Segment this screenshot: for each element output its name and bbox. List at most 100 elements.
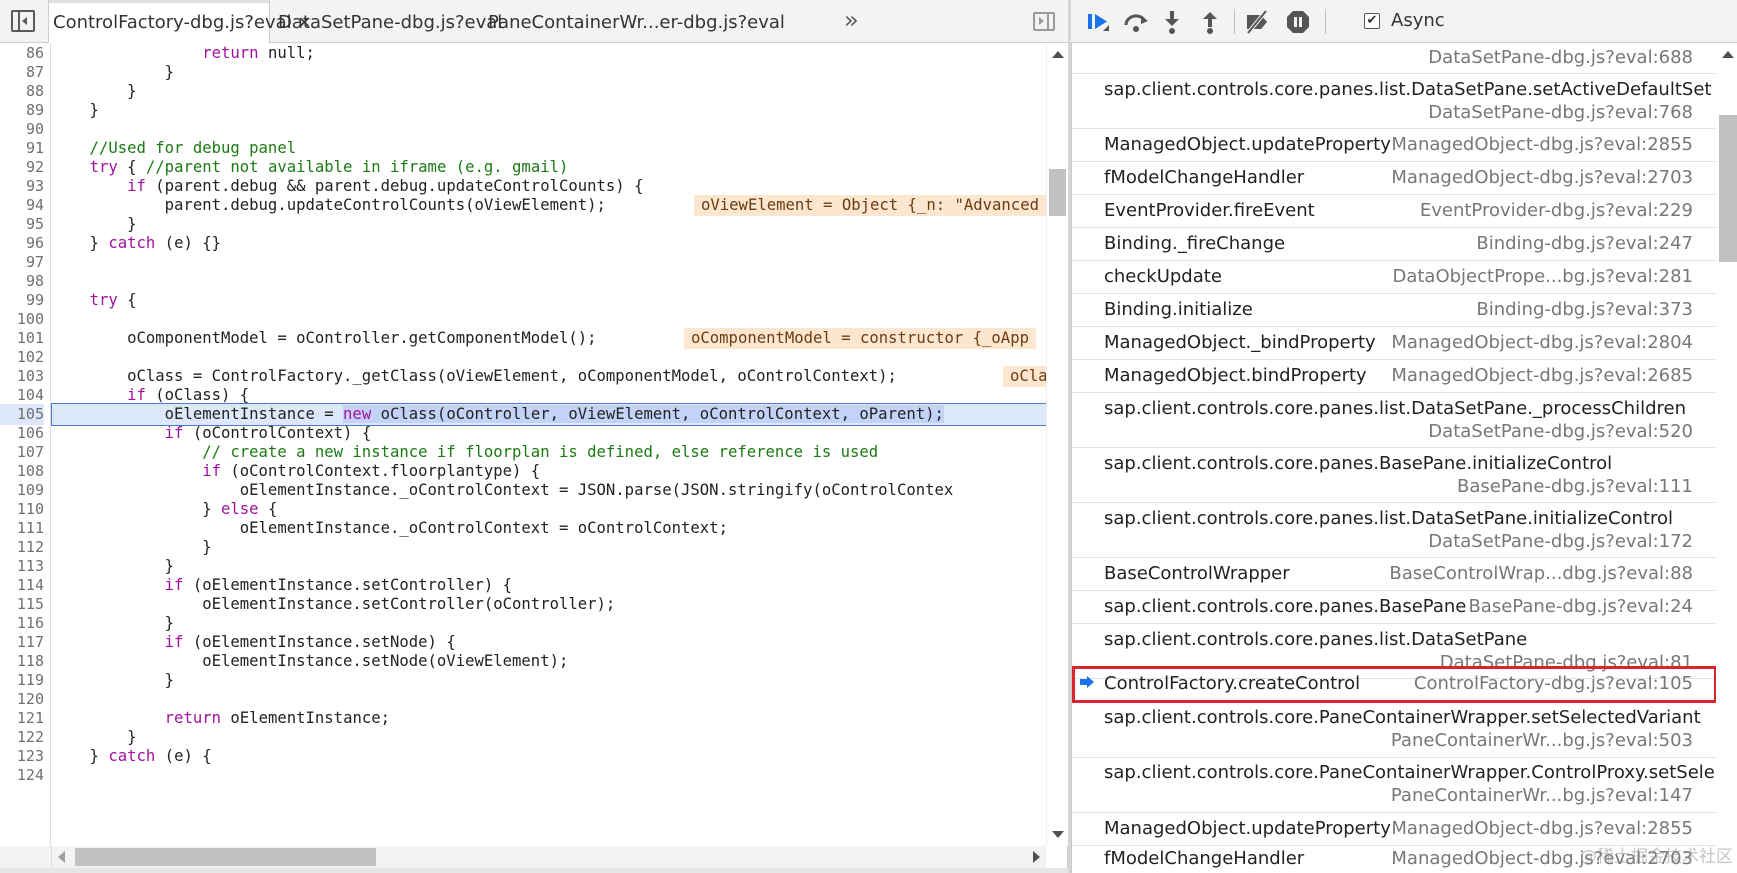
line-number[interactable]: 124 <box>0 765 44 786</box>
call-frame[interactable]: sap.client.controls.core.panes.BasePane.… <box>1072 448 1716 503</box>
call-frame[interactable]: BaseControlWrapper BaseControlWrap...dbg… <box>1072 558 1716 591</box>
line-number[interactable]: 115 <box>0 594 44 615</box>
frame-location: ManagedObject-dbg.js?eval:2855 <box>1391 818 1693 839</box>
call-frame[interactable]: ManagedObject._bindProperty ManagedObjec… <box>1072 327 1716 360</box>
scroll-thumb[interactable] <box>75 848 376 866</box>
line-number[interactable]: 110 <box>0 499 44 520</box>
async-checkbox[interactable]: ✔ <box>1364 13 1380 29</box>
current-call-frame[interactable]: ControlFactory.createControl ControlFact… <box>1072 666 1716 703</box>
line-number[interactable]: 109 <box>0 480 44 501</box>
frame-function: Binding.initialize <box>1104 299 1253 320</box>
line-number[interactable]: 88 <box>0 81 44 102</box>
line-number[interactable]: 105 <box>0 404 44 425</box>
inline-value[interactable]: oViewElement = Object {_n: "Advanced <box>694 195 1046 216</box>
call-frame[interactable]: ManagedObject.updateProperty ManagedObje… <box>1072 129 1716 162</box>
editor-vertical-scrollbar[interactable] <box>1046 43 1068 846</box>
line-number[interactable]: 118 <box>0 651 44 672</box>
line-number[interactable]: 93 <box>0 176 44 197</box>
call-frame[interactable]: sap.client.controls.core.PaneContainerWr… <box>1072 703 1716 758</box>
line-number[interactable]: 100 <box>0 309 44 330</box>
frame-function: BaseControlWrapper <box>1104 563 1290 584</box>
line-number[interactable]: 116 <box>0 613 44 634</box>
line-number[interactable]: 103 <box>0 366 44 387</box>
resume-icon[interactable] <box>1085 9 1111 35</box>
line-number[interactable]: 97 <box>0 252 44 273</box>
call-frame[interactable]: sap.client.controls.core.panes.list.Data… <box>1072 393 1716 448</box>
line-number[interactable]: 123 <box>0 746 44 767</box>
call-frame[interactable]: EventProvider.fireEvent EventProvider-db… <box>1072 195 1716 228</box>
call-frame[interactable]: sap.client.controls.core.PaneContainerWr… <box>1072 758 1716 813</box>
line-number[interactable]: 91 <box>0 138 44 159</box>
line-number[interactable]: 106 <box>0 423 44 444</box>
code-lines[interactable]: return null; } } } //Used for debug pane… <box>51 43 1046 846</box>
line-number[interactable]: 111 <box>0 518 44 539</box>
line-number-gutter[interactable]: 86 87 88 89 90 91 92 93 94 95 96 97 98 99 100 101 102 103… <box>0 43 51 846</box>
scroll-thumb[interactable] <box>1049 169 1066 216</box>
call-frame[interactable]: ManagedObject.bindProperty ManagedObject… <box>1072 360 1716 393</box>
line-number[interactable]: 98 <box>0 271 44 292</box>
call-frame[interactable]: Binding.initialize Binding-dbg.js?eval:3… <box>1072 294 1716 327</box>
frame-location: DataSetPane-dbg.js?eval:172 <box>1428 531 1693 552</box>
line-number[interactable]: 117 <box>0 632 44 653</box>
call-frame[interactable]: Binding._fireChange Binding-dbg.js?eval:… <box>1072 228 1716 261</box>
line-number[interactable]: 114 <box>0 575 44 596</box>
toolbar-separator <box>1234 9 1235 34</box>
code-line: } <box>52 82 137 100</box>
step-out-icon[interactable] <box>1197 9 1223 35</box>
step-into-icon[interactable] <box>1159 9 1185 35</box>
scroll-up-icon[interactable] <box>1052 51 1064 58</box>
line-number[interactable]: 104 <box>0 385 44 406</box>
call-frame[interactable]: fModelChangeHandler ManagedObject-dbg.js… <box>1072 162 1716 195</box>
toggle-debugger-icon[interactable] <box>1033 12 1055 31</box>
code-line: } <box>52 728 137 746</box>
inline-value[interactable]: oCla <box>1003 366 1046 387</box>
editor-horizontal-scrollbar[interactable] <box>52 846 1046 868</box>
frame-function: EventProvider.fireEvent <box>1104 200 1315 221</box>
inline-value[interactable]: oComponentModel = constructor {_oApp <box>684 328 1036 349</box>
step-over-icon[interactable] <box>1123 9 1149 35</box>
line-number[interactable]: 87 <box>0 62 44 83</box>
line-number[interactable]: 94 <box>0 195 44 216</box>
code-line: } <box>52 614 175 632</box>
line-number[interactable]: 89 <box>0 100 44 121</box>
scroll-up-icon[interactable] <box>1722 51 1734 58</box>
line-number[interactable]: 102 <box>0 347 44 368</box>
line-number[interactable]: 95 <box>0 214 44 235</box>
line-number[interactable]: 99 <box>0 290 44 311</box>
call-stack-scrollbar[interactable] <box>1716 43 1737 873</box>
call-frame[interactable]: DataSetPane-dbg.js?eval:688 <box>1072 43 1716 74</box>
line-number[interactable]: 120 <box>0 689 44 710</box>
call-frame[interactable]: sap.client.controls.core.panes.BasePane … <box>1072 591 1716 624</box>
call-frame[interactable]: sap.client.controls.core.panes.list.Data… <box>1072 74 1716 129</box>
line-number[interactable]: 119 <box>0 670 44 691</box>
scroll-thumb[interactable] <box>1719 115 1737 262</box>
code-line: oElementInstance.setController(oControll… <box>52 595 616 613</box>
line-number[interactable]: 107 <box>0 442 44 463</box>
line-number[interactable]: 108 <box>0 461 44 482</box>
call-frame[interactable]: checkUpdate DataObjectPrope...bg.js?eval… <box>1072 261 1716 294</box>
scroll-left-icon[interactable] <box>58 851 65 863</box>
line-number[interactable]: 122 <box>0 727 44 748</box>
tab-controlfactory[interactable]: ControlFactory-dbg.js?eval ✕ <box>49 0 311 44</box>
code-line: return null; <box>202 44 315 62</box>
call-frame[interactable]: sap.client.controls.core.panes.list.Data… <box>1072 503 1716 558</box>
frame-location: Binding-dbg.js?eval:373 <box>1476 299 1693 320</box>
debugger-toolbar: ✔ Async <box>1071 0 1737 43</box>
scroll-down-icon[interactable] <box>1052 831 1064 838</box>
line-number[interactable]: 86 <box>0 43 44 64</box>
line-number[interactable]: 92 <box>0 157 44 178</box>
tab-overflow-chevron-icon[interactable]: » <box>844 6 859 34</box>
toggle-navigator-icon[interactable] <box>11 10 35 32</box>
line-number[interactable]: 96 <box>0 233 44 254</box>
tab-panecontainerwrapper[interactable]: PaneContainerWr...er-dbg.js?eval <box>488 0 785 43</box>
code-area[interactable]: 86 87 88 89 90 91 92 93 94 95 96 97 98 99 100 101 102 103… <box>0 43 1046 846</box>
deactivate-breakpoints-icon[interactable] <box>1244 9 1270 35</box>
line-number[interactable]: 90 <box>0 119 44 140</box>
line-number[interactable]: 112 <box>0 537 44 558</box>
line-number[interactable]: 121 <box>0 708 44 729</box>
pause-on-exceptions-icon[interactable] <box>1285 9 1311 35</box>
line-number[interactable]: 101 <box>0 328 44 349</box>
line-number[interactable]: 113 <box>0 556 44 577</box>
tab-datasetpane[interactable]: DataSetPane-dbg.js?eval <box>278 0 502 43</box>
scroll-right-icon[interactable] <box>1033 851 1040 863</box>
